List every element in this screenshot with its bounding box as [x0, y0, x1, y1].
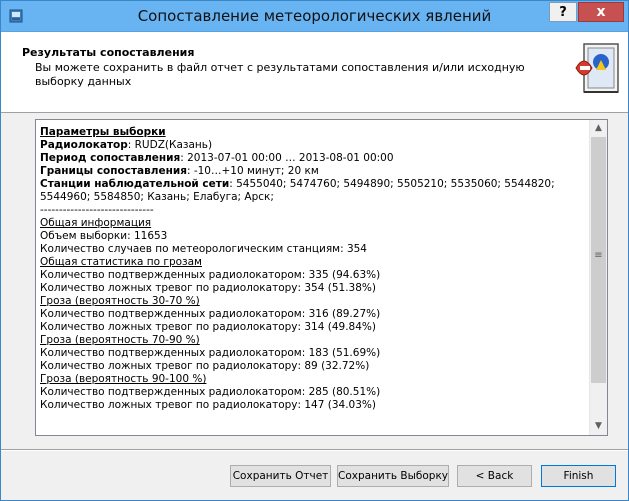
station-cases: Количество случаев по метеорологическим … [40, 243, 367, 255]
wizard-window: Сопоставление метеорологических явлений … [0, 0, 629, 501]
save-report-button[interactable]: Сохранить Отчет [230, 465, 331, 487]
scroll-grip-icon: ≡ [594, 250, 603, 261]
back-button[interactable]: < Back [457, 465, 532, 487]
page-title: Результаты сопоставления [22, 46, 195, 59]
vertical-scrollbar[interactable]: ▲ ≡ ▼ [589, 120, 607, 435]
scroll-up-icon[interactable]: ▲ [590, 120, 607, 137]
bounds-label: Границы сопоставления [40, 165, 187, 177]
report-divider: ------------------------------ [40, 204, 154, 216]
sample-size: Объем выборки: 11653 [40, 230, 168, 242]
radar-label: Радиолокатор [40, 139, 128, 151]
scroll-down-icon[interactable]: ▼ [590, 418, 607, 435]
help-button[interactable]: ? [549, 2, 577, 22]
p30-heading: Гроза (вероятность 30-70 %) [40, 295, 200, 307]
p30-confirmed: Количество подтвержденных радиолокатором… [40, 308, 381, 320]
general-heading: Общая информация [40, 217, 152, 229]
window-title: Сопоставление метеорологических явлений [137, 7, 492, 25]
params-heading: Параметры выборки [40, 126, 166, 138]
title-bar[interactable]: Сопоставление метеорологических явлений … [1, 1, 628, 32]
scroll-thumb[interactable]: ≡ [591, 137, 606, 383]
all-confirmed: Количество подтвержденных радиолокатором… [40, 269, 381, 281]
save-sample-button[interactable]: Сохранить Выборку [337, 465, 449, 487]
footer-separator [1, 449, 628, 451]
p30-false: Количество ложных тревог по радиолокатор… [40, 321, 376, 333]
stations-label: Станции наблюдательной сети [40, 178, 230, 190]
all-false: Количество ложных тревог по радиолокатор… [40, 282, 376, 294]
report-content: Параметры выборки Радиолокатор: RUDZ(Каз… [40, 126, 585, 412]
bounds-value: : -10…+10 минут; 20 км [186, 165, 319, 177]
period-value: : 2013-07-01 00:00 … 2013-08-01 00:00 [180, 152, 394, 164]
page-description: Вы можете сохранить в файл отчет с резул… [35, 61, 525, 88]
close-button[interactable]: x [578, 2, 624, 22]
wizard-header: Результаты сопоставления Вы можете сохра… [1, 32, 628, 113]
report-text-box[interactable]: Параметры выборки Радиолокатор: RUDZ(Каз… [35, 119, 608, 436]
period-label: Период сопоставления [40, 152, 181, 164]
p90-confirmed: Количество подтвержденных радиолокатором… [40, 386, 381, 398]
p90-heading: Гроза (вероятность 90-100 %) [40, 373, 207, 385]
weather-report-icon [575, 43, 619, 93]
radar-value: : RUDZ(Казань) [127, 139, 213, 151]
p90-false: Количество ложных тревог по радиолокатор… [40, 399, 376, 411]
p70-heading: Гроза (вероятность 70-90 %) [40, 334, 200, 346]
p70-confirmed: Количество подтвержденных радиолокатором… [40, 347, 381, 359]
storm-stats-heading: Общая статистика по грозам [40, 256, 202, 268]
finish-button[interactable]: Finish [541, 465, 616, 487]
p70-false: Количество ложных тревог по радиолокатор… [40, 360, 370, 372]
